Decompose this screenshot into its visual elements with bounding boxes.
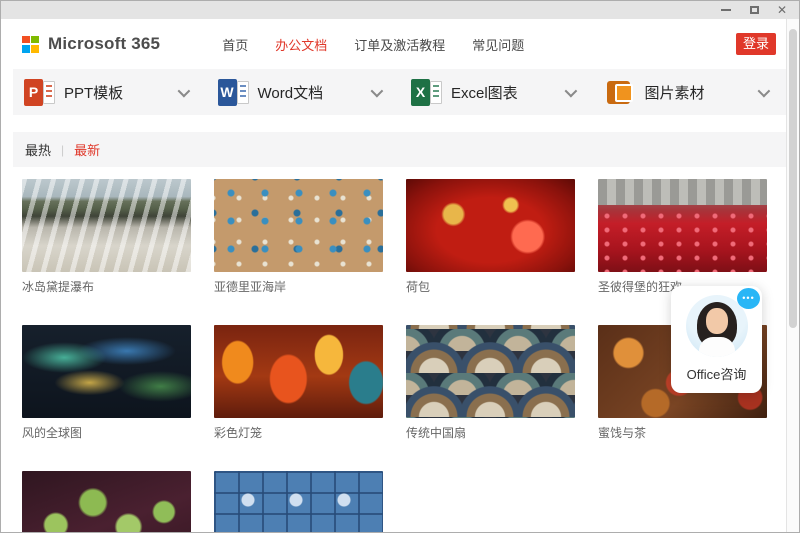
powerpoint-icon: P bbox=[24, 78, 55, 106]
header: Microsoft 365 首页 办公文档 订单及激活教程 常见问题 登录 bbox=[1, 19, 799, 69]
minimize-button[interactable] bbox=[713, 1, 739, 19]
category-label: Word文档 bbox=[257, 84, 324, 102]
filter-separator: | bbox=[61, 142, 65, 157]
close-button[interactable]: ✕ bbox=[769, 1, 795, 19]
nav-faq[interactable]: 常见问题 bbox=[472, 35, 524, 54]
gallery-card[interactable]: 传统中国扇 bbox=[406, 325, 575, 440]
gallery-image-letterpress[interactable] bbox=[214, 471, 383, 532]
microsoft-logo-icon bbox=[22, 35, 39, 53]
gallery-card[interactable]: 彩色灯笼 bbox=[214, 325, 383, 440]
chevron-down-icon bbox=[177, 84, 190, 97]
excel-icon: X bbox=[411, 78, 442, 106]
title-bar[interactable]: ✕ bbox=[1, 1, 799, 19]
category-bar: P PPT模板 W Word文档 X Excel图表 图片素材 bbox=[13, 69, 787, 115]
maximize-button[interactable] bbox=[741, 1, 767, 19]
gallery-image-pouches[interactable] bbox=[406, 179, 575, 272]
gallery-image-lanterns[interactable] bbox=[214, 325, 383, 418]
minimize-icon bbox=[721, 9, 731, 11]
gallery-card[interactable]: 风的全球图 bbox=[22, 325, 191, 440]
gallery-card[interactable]: 荷包 bbox=[406, 179, 575, 294]
category-images[interactable]: 图片素材 bbox=[594, 69, 788, 115]
brand: Microsoft 365 bbox=[22, 34, 160, 54]
gallery-image-poppy-pods[interactable] bbox=[22, 471, 191, 532]
gallery-caption: 亚德里亚海岸 bbox=[214, 280, 287, 294]
filter-newest[interactable]: 最新 bbox=[74, 140, 100, 159]
gallery-image-waterfall[interactable] bbox=[22, 179, 191, 272]
chevron-down-icon bbox=[757, 84, 771, 97]
nav-office-docs[interactable]: 办公文档 bbox=[275, 35, 327, 54]
app-window: ✕ Microsoft 365 首页 办公文档 订单及激活教程 常见问题 登录 … bbox=[0, 0, 800, 533]
main-nav: 首页 办公文档 订单及激活教程 常见问题 bbox=[222, 35, 524, 54]
filter-hottest[interactable]: 最热 bbox=[25, 140, 51, 159]
chat-widget[interactable]: ••• Office咨询 bbox=[671, 286, 762, 393]
gallery-image-carnival[interactable] bbox=[598, 179, 767, 272]
category-word[interactable]: W Word文档 bbox=[207, 69, 401, 115]
scrollbar-track[interactable] bbox=[786, 19, 799, 532]
category-label: Excel图表 bbox=[451, 84, 518, 102]
category-label: PPT模板 bbox=[64, 84, 124, 102]
gallery-card[interactable]: 冰岛黛提瀑布 bbox=[22, 179, 191, 294]
gallery-card[interactable] bbox=[214, 471, 383, 532]
nav-home[interactable]: 首页 bbox=[222, 35, 248, 54]
scrollbar-thumb[interactable] bbox=[789, 29, 797, 328]
chat-bubble-icon: ••• bbox=[737, 288, 760, 309]
maximize-icon bbox=[749, 6, 759, 14]
gallery-caption: 冰岛黛提瀑布 bbox=[22, 280, 95, 294]
gallery-caption: 风的全球图 bbox=[22, 426, 83, 440]
gallery-caption: 蜜饯与茶 bbox=[598, 426, 647, 440]
brand-name: Microsoft 365 bbox=[48, 34, 161, 53]
gallery-image-fans[interactable] bbox=[406, 325, 575, 418]
gallery-caption: 彩色灯笼 bbox=[214, 426, 263, 440]
chevron-down-icon bbox=[370, 84, 384, 97]
category-excel[interactable]: X Excel图表 bbox=[400, 69, 594, 115]
images-icon bbox=[605, 79, 636, 106]
gallery-image-coast[interactable] bbox=[214, 179, 383, 272]
gallery-card[interactable]: 亚德里亚海岸 bbox=[214, 179, 383, 294]
gallery-caption: 传统中国扇 bbox=[406, 426, 467, 440]
gallery-card[interactable] bbox=[22, 471, 191, 532]
login-button[interactable]: 登录 bbox=[736, 33, 776, 55]
gallery-caption: 荷包 bbox=[406, 280, 431, 294]
category-ppt[interactable]: P PPT模板 bbox=[13, 69, 207, 115]
filter-bar: 最热 | 最新 bbox=[13, 132, 787, 167]
chevron-down-icon bbox=[564, 84, 577, 97]
gallery-card[interactable]: 圣彼得堡的狂欢 bbox=[598, 179, 767, 294]
nav-orders-activation[interactable]: 订单及激活教程 bbox=[354, 35, 445, 54]
gallery-image-windmap[interactable] bbox=[22, 325, 191, 418]
chat-label: Office咨询 bbox=[686, 367, 747, 382]
word-icon: W bbox=[217, 78, 249, 106]
category-label: 图片素材 bbox=[644, 84, 705, 102]
